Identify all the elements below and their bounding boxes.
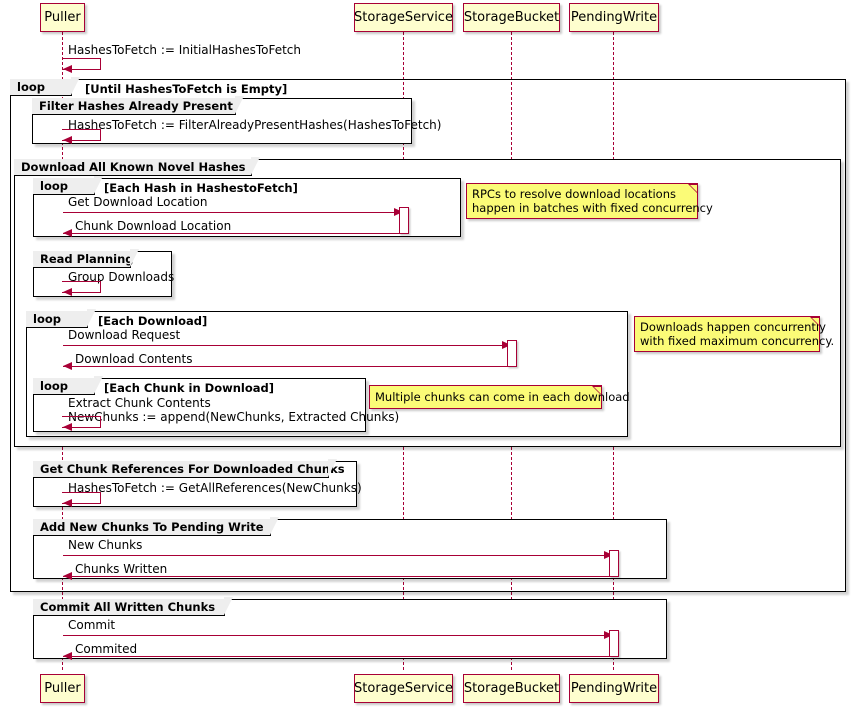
- frame-each-chunk-loop-keyword: loop: [33, 376, 105, 396]
- sequence-diagram-canvas: loop [Until HashesToFetch is Empty] Filt…: [0, 0, 856, 710]
- arrow-filter: [63, 136, 72, 144]
- message-label-chunk-download-location: Chunk Download Location: [75, 219, 232, 233]
- activation-storageservice-1: [399, 207, 409, 234]
- message-line-chunk-download-location: [63, 233, 401, 234]
- participant-footer-storageservice-label: StorageService: [354, 681, 453, 696]
- message-label-extract-chunk-line2: NewChunks := append(NewChunks, Extracted…: [68, 410, 400, 424]
- participant-header-pendingwrite-label: PendingWrite: [570, 10, 658, 25]
- message-label-download-contents: Download Contents: [75, 352, 193, 366]
- frame-each-chunk-loop-condition: [Each Chunk in Download]: [104, 381, 275, 395]
- message-line-get-download-location: [63, 212, 401, 213]
- message-line-new-chunks: [63, 555, 611, 556]
- participant-header-puller-label: Puller: [44, 10, 81, 25]
- frame-add-chunks-group-title-text: Add New Chunks To Pending Write: [40, 520, 264, 534]
- frame-download-group-title-text: Download All Known Novel Hashes: [21, 160, 246, 174]
- frame-commit-group-title-text: Commit All Written Chunks: [40, 600, 216, 614]
- frame-each-download-loop-keyword-text: loop: [33, 312, 61, 326]
- frame-filter-group-title: Filter Hashes Already Present: [32, 96, 246, 116]
- participant-header-storagebucket[interactable]: StorageBucket: [463, 3, 560, 32]
- arrow-chunks-written: [63, 572, 72, 580]
- participant-footer-puller[interactable]: Puller: [40, 674, 85, 703]
- message-label-extract-chunk-line1: Extract Chunk Contents: [68, 396, 211, 410]
- frame-each-download-loop-keyword: loop: [26, 309, 98, 329]
- participant-header-storageservice[interactable]: StorageService: [354, 3, 453, 32]
- message-label-commit: Commit: [68, 618, 116, 632]
- frame-download-group-title: Download All Known Novel Hashes: [14, 157, 262, 177]
- participant-footer-storagebucket[interactable]: StorageBucket: [463, 674, 560, 703]
- frame-each-hash-loop-keyword: loop: [33, 176, 105, 196]
- participant-footer-storagebucket-label: StorageBucket: [463, 681, 560, 696]
- arrow-extract-chunk: [63, 423, 72, 431]
- message-label-new-chunks: New Chunks: [68, 538, 143, 552]
- frame-get-chunk-refs-group-title: Get Chunk References For Downloaded Chun…: [33, 459, 345, 479]
- message-line-commited: [63, 656, 611, 657]
- participant-header-pendingwrite[interactable]: PendingWrite: [569, 3, 659, 32]
- note-rpc-batches: RPCs to resolve download locations happe…: [466, 183, 713, 219]
- participant-header-storagebucket-label: StorageBucket: [463, 10, 560, 25]
- frame-each-download-loop-condition: [Each Download]: [98, 314, 208, 328]
- message-label-chunks-written: Chunks Written: [75, 562, 168, 576]
- participant-footer-pendingwrite-label: PendingWrite: [570, 681, 658, 696]
- frame-commit-group-title: Commit All Written Chunks: [33, 597, 235, 617]
- note-multiple-chunks: Multiple chunks can come in each downloa…: [369, 385, 630, 409]
- message-label-download-request: Download Request: [68, 328, 181, 342]
- frame-get-chunk-refs-group-title-text: Get Chunk References For Downloaded Chun…: [40, 462, 345, 476]
- frame-add-chunks-group-title: Add New Chunks To Pending Write: [33, 517, 281, 537]
- participant-footer-storageservice[interactable]: StorageService: [354, 674, 453, 703]
- message-line-commit: [63, 635, 611, 636]
- arrow-commited: [63, 652, 72, 660]
- message-label-get-download-location: Get Download Location: [68, 195, 208, 209]
- frame-each-chunk-loop-keyword-text: loop: [40, 379, 68, 393]
- message-label-commited: Commited: [75, 642, 138, 656]
- participant-header-puller[interactable]: Puller: [40, 3, 85, 32]
- participant-header-storageservice-label: StorageService: [354, 10, 453, 25]
- arrow-group-downloads: [63, 288, 72, 296]
- participant-footer-puller-label: Puller: [44, 681, 81, 696]
- activation-pendingwrite-2: [609, 630, 619, 657]
- frame-filter-group-title-text: Filter Hashes Already Present: [39, 99, 233, 113]
- arrow-download-contents: [63, 362, 72, 370]
- frame-read-planning-group-title-text: Read Planning: [40, 252, 134, 266]
- activation-storagebucket-1: [507, 340, 517, 367]
- message-label-filter: HashesToFetch := FilterAlreadyPresentHas…: [68, 118, 442, 132]
- message-label-init: HashesToFetch := InitialHashesToFetch: [68, 43, 302, 57]
- frame-outer-loop-keyword: loop: [10, 77, 82, 97]
- message-line-chunks-written: [63, 576, 611, 577]
- participant-footer-pendingwrite[interactable]: PendingWrite: [569, 674, 659, 703]
- arrow-init: [63, 65, 72, 73]
- arrow-chunk-download-location: [63, 229, 72, 237]
- frame-read-planning-group-title: Read Planning: [33, 249, 141, 269]
- frame-outer-loop-condition: [Until HashesToFetch is Empty]: [85, 82, 288, 96]
- message-line-download-request: [63, 345, 509, 346]
- message-line-download-contents: [63, 366, 509, 367]
- frame-each-hash-loop-keyword-text: loop: [40, 179, 68, 193]
- frame-each-hash-loop-condition: [Each Hash in HashestoFetch]: [104, 181, 298, 195]
- arrow-get-all-references: [63, 499, 72, 507]
- frame-outer-loop-keyword-text: loop: [17, 80, 45, 94]
- note-downloads-concurrent: Downloads happen concurrently with fixed…: [634, 316, 834, 352]
- activation-pendingwrite-1: [609, 550, 619, 577]
- message-label-get-all-references: HashesToFetch := GetAllReferences(NewChu…: [68, 481, 362, 495]
